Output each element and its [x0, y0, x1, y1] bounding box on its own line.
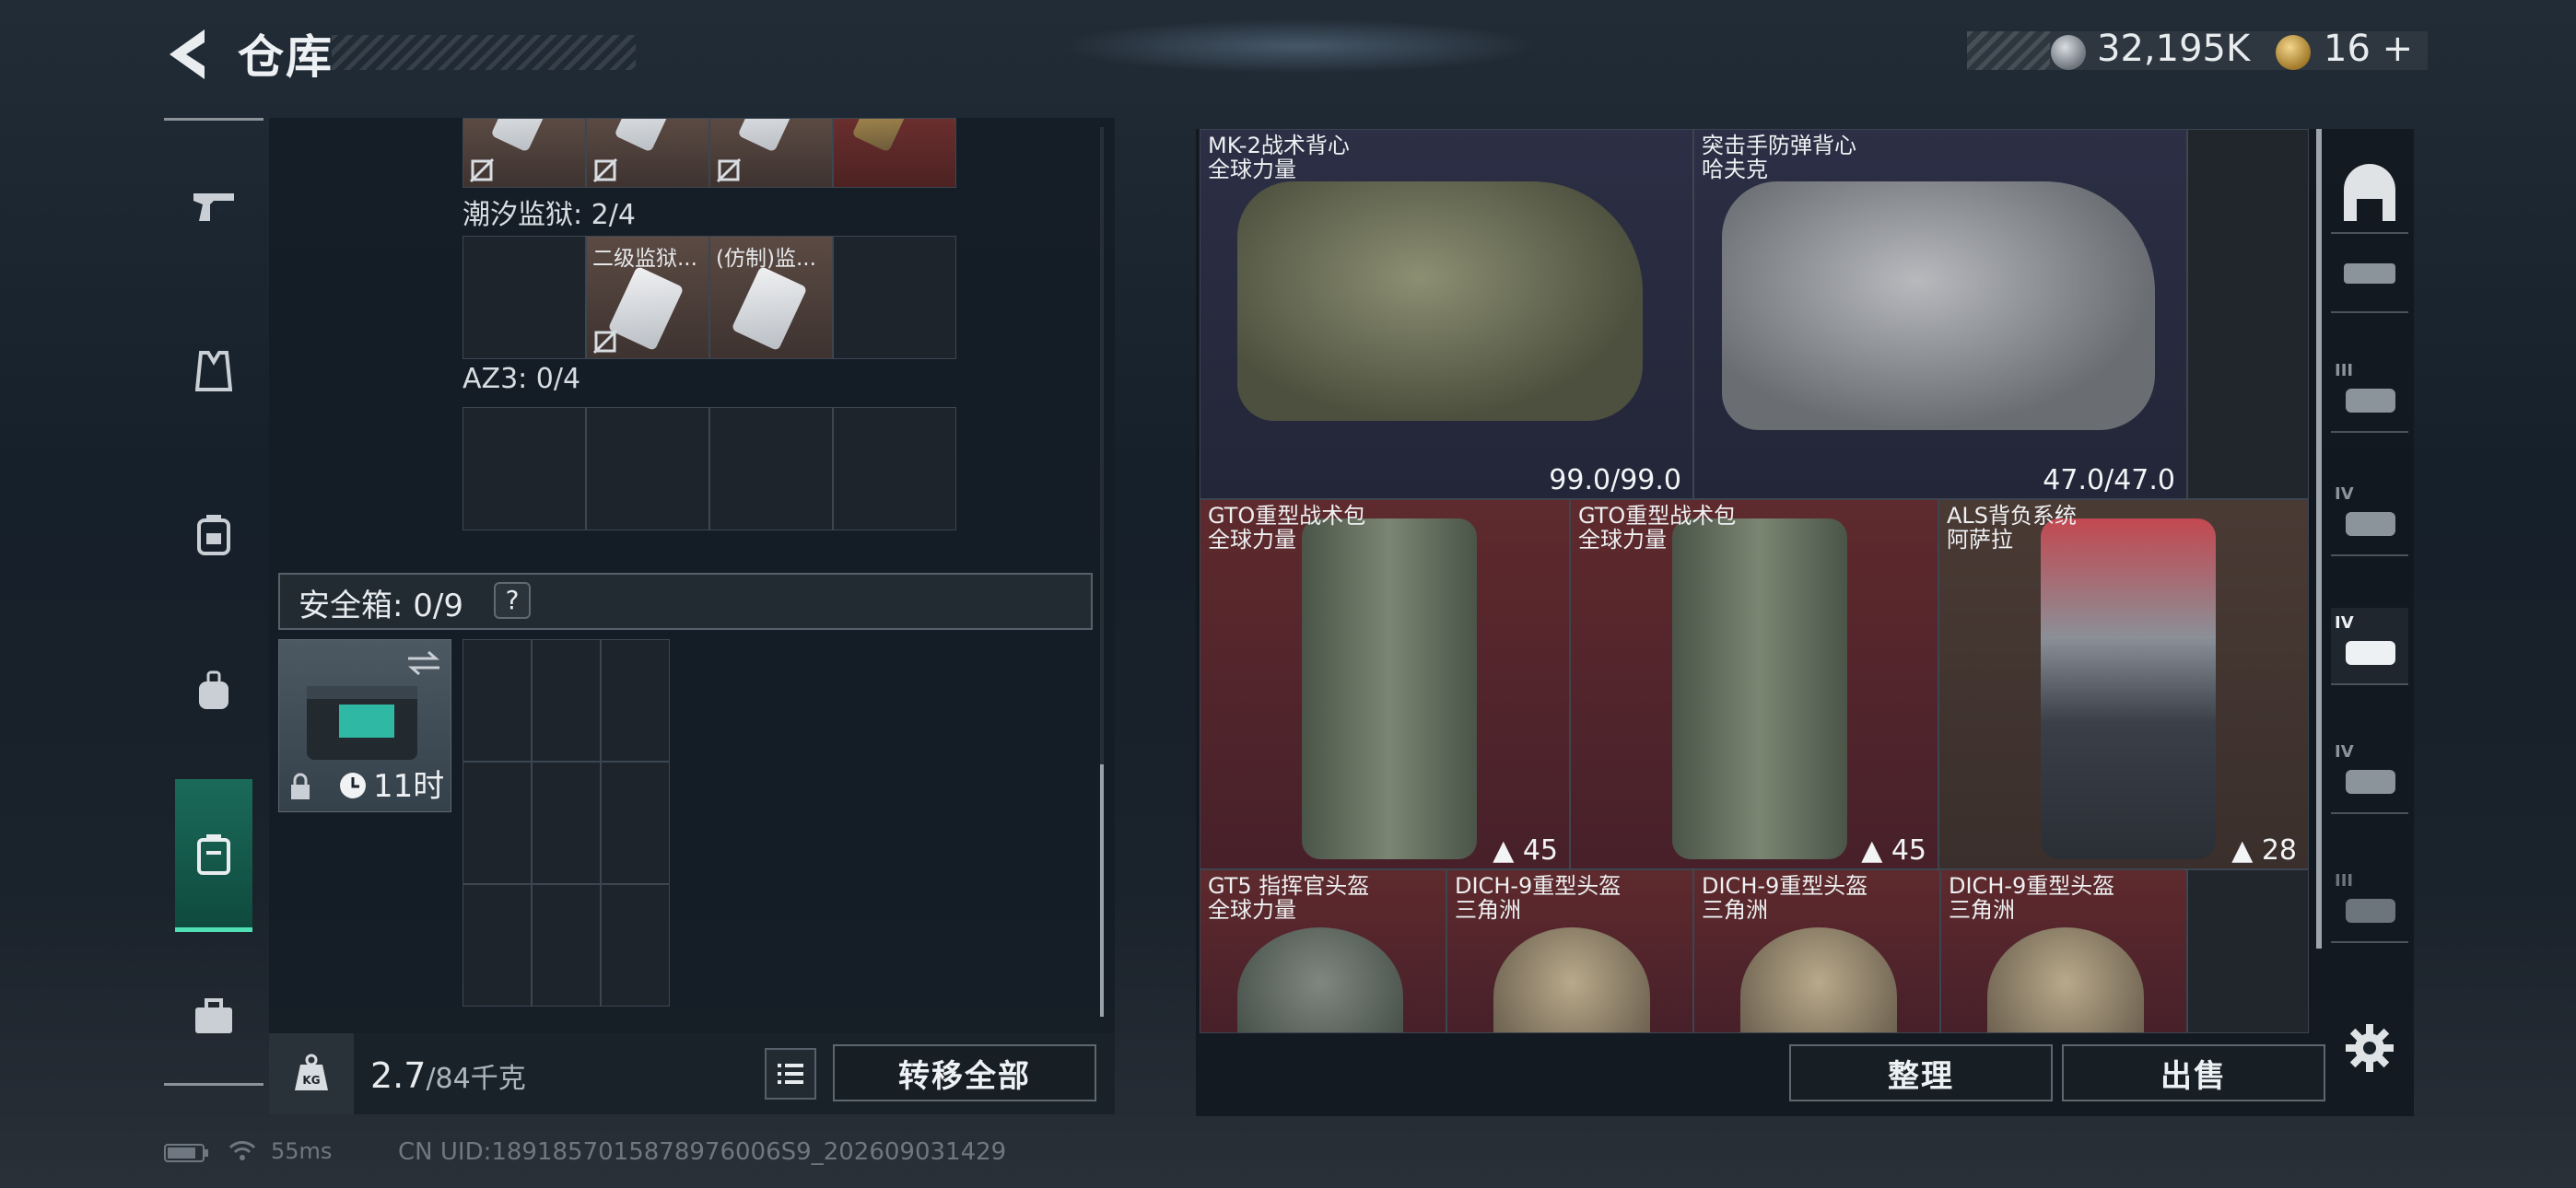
- swap-icon[interactable]: [406, 649, 441, 677]
- item-card-slot[interactable]: [833, 118, 956, 188]
- gold-amount[interactable]: 16 +: [2324, 28, 2413, 70]
- settings-gear-icon[interactable]: [2344, 1022, 2395, 1074]
- empty-slot[interactable]: [532, 639, 601, 762]
- item-card-slot[interactable]: [463, 118, 586, 188]
- empty-slot[interactable]: [709, 407, 833, 530]
- storage-scrollthumb[interactable]: [1100, 764, 1104, 1017]
- bag-icon: [199, 670, 228, 709]
- vest-icon: [195, 351, 232, 391]
- item-slot[interactable]: 二级监狱...: [586, 236, 709, 359]
- ping-readout: 55ms: [271, 1138, 333, 1164]
- equipment-grid: MK-2战术背心 全球力量 99.0/99.0 突击手防弹背心 哈夫克 47.0/4…: [1200, 129, 2309, 1033]
- safe-box-icon: [307, 686, 417, 760]
- item-slot[interactable]: (仿制)监...: [709, 236, 833, 359]
- empty-slot[interactable]: [463, 762, 532, 884]
- category-container[interactable]: [175, 779, 252, 932]
- safe-box-label: 安全箱: 0/9: [299, 588, 463, 624]
- gold-coin-icon: [2276, 35, 2311, 70]
- helmet-slot[interactable]: GT5 指挥官头盔 全球力量: [1200, 869, 1446, 1033]
- list-view-button[interactable]: [765, 1048, 816, 1100]
- help-icon[interactable]: ?: [494, 582, 531, 619]
- helmet-slot[interactable]: DICH-9重型头盔 三角洲: [1693, 869, 1940, 1033]
- section-label: 潮汐监狱: 2/4: [463, 199, 636, 231]
- empty-slot[interactable]: [2187, 129, 2309, 499]
- weight-readout: 2.7/84千克: [370, 1055, 526, 1096]
- currency-stripe: [1967, 31, 2050, 70]
- vest-slot[interactable]: 突击手防弹背心 哈夫克 47.0/47.0: [1693, 129, 2187, 499]
- locked-icon: [592, 329, 618, 355]
- locked-icon: [469, 157, 495, 183]
- category-backpack[interactable]: [175, 495, 252, 573]
- empty-slot[interactable]: [463, 639, 532, 762]
- svg-text:KG: KG: [302, 1074, 320, 1087]
- category-weapons[interactable]: [175, 168, 252, 245]
- filter-tab-class-4[interactable]: IV: [2331, 479, 2408, 556]
- rail-divider: [164, 118, 263, 121]
- locked-icon: [592, 157, 618, 183]
- back-arrow-icon[interactable]: [164, 26, 208, 83]
- empty-slot[interactable]: [463, 236, 586, 359]
- capacity-icon: ▲: [1493, 834, 1515, 867]
- armor-class-icon: [2344, 263, 2395, 284]
- locked-icon: [716, 157, 742, 183]
- capacity-icon: ▲: [2231, 834, 2254, 867]
- user-uid: CN UID:1891857015878976006S9_20260903142…: [398, 1138, 1007, 1166]
- backpack-slot[interactable]: ALS背负系统 阿萨拉 ▲ 28: [1938, 499, 2309, 869]
- filter-tab-class-4-selected[interactable]: IV: [2331, 608, 2408, 685]
- lock-icon: [291, 773, 310, 799]
- filter-tab-class-3[interactable]: III: [2331, 355, 2408, 433]
- clock-icon: [340, 773, 366, 798]
- wifi-icon: [228, 1141, 256, 1160]
- capacity-icon: ▲: [1861, 834, 1883, 867]
- section-label: AZ3: 0/4: [463, 363, 581, 395]
- empty-slot[interactable]: [586, 407, 709, 530]
- weight-icon: KG: [269, 1033, 354, 1114]
- helmet-slot[interactable]: DICH-9重型头盔 三角洲: [1446, 869, 1693, 1033]
- filter-tab-class-4b[interactable]: IV: [2331, 737, 2408, 814]
- empty-slot[interactable]: [532, 884, 601, 1007]
- add-gold-icon[interactable]: +: [2383, 28, 2414, 70]
- filter-tab-all[interactable]: [2331, 157, 2408, 234]
- filter-tab-class-3b[interactable]: III: [2331, 866, 2408, 943]
- empty-slot[interactable]: [601, 762, 670, 884]
- organize-button[interactable]: 整理: [1789, 1044, 2053, 1101]
- page-title: 仓库: [238, 30, 334, 84]
- empty-slot[interactable]: [833, 236, 956, 359]
- empty-slot[interactable]: [2187, 869, 2309, 1033]
- empty-slot[interactable]: [601, 884, 670, 1007]
- silver-amount: 32,195K: [2097, 28, 2251, 70]
- category-briefcase[interactable]: [175, 978, 252, 1055]
- title-stripe: [332, 35, 636, 70]
- transfer-all-button[interactable]: 转移全部: [833, 1044, 1096, 1101]
- rail-divider-bottom: [164, 1083, 263, 1086]
- helmet-slot[interactable]: DICH-9重型头盔 三角洲: [1940, 869, 2187, 1033]
- silver-coin-icon: [2051, 35, 2086, 70]
- empty-slot[interactable]: [463, 884, 532, 1007]
- item-card-slot[interactable]: [586, 118, 709, 188]
- list-icon: [778, 1064, 803, 1084]
- empty-slot[interactable]: [463, 407, 586, 530]
- empty-slot[interactable]: [601, 639, 670, 762]
- briefcase-icon: [195, 998, 232, 1033]
- sell-button[interactable]: 出售: [2062, 1044, 2325, 1101]
- vest-slot[interactable]: MK-2战术背心 全球力量 99.0/99.0: [1200, 129, 1693, 499]
- category-armor[interactable]: [175, 333, 252, 411]
- safe-box-item[interactable]: 11时: [278, 639, 451, 812]
- item-card-slot[interactable]: [709, 118, 833, 188]
- empty-slot[interactable]: [532, 762, 601, 884]
- backpack-icon: [197, 515, 230, 555]
- equipment-scrollthumb[interactable]: [2316, 129, 2322, 949]
- battery-icon: [164, 1144, 208, 1162]
- empty-slot[interactable]: [833, 407, 956, 530]
- category-helmet[interactable]: [175, 652, 252, 729]
- backpack-slot[interactable]: GTO重型战术包 全球力量 ▲ 45: [1570, 499, 1938, 869]
- container-icon: [197, 833, 230, 875]
- backpack-slot[interactable]: GTO重型战术包 全球力量 ▲ 45: [1200, 499, 1570, 869]
- filter-tab[interactable]: [2331, 236, 2408, 313]
- safe-timer: 11时: [373, 768, 445, 805]
- pistol-icon: [193, 193, 234, 221]
- helmet-outline-icon: [2344, 164, 2395, 221]
